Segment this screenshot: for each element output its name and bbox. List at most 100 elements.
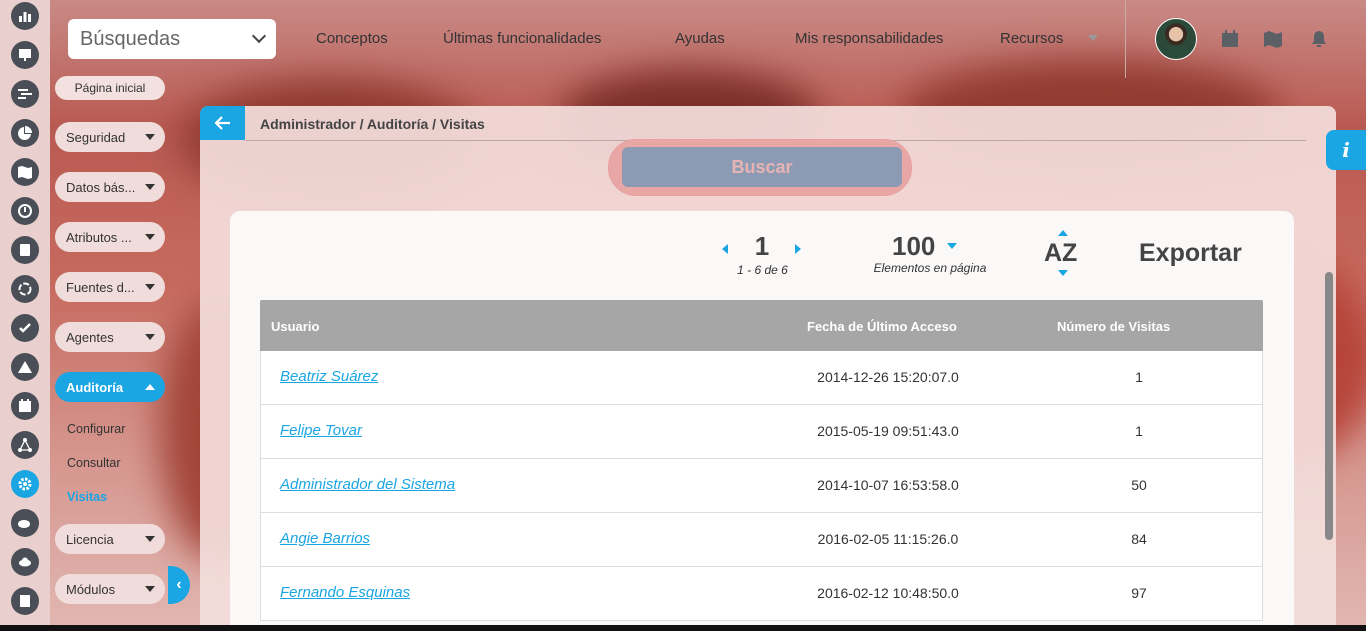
cloud-icon[interactable] [11,548,39,576]
visit-count: 84 [1131,531,1147,547]
per-page-value[interactable]: 100 [892,231,935,262]
submenu-configure[interactable]: Configurar [67,422,125,436]
table-row: Beatriz Suárez 2014-12-26 15:20:07.0 1 [260,351,1263,405]
sidebar-item-label: Datos bás... [66,179,136,195]
bell-icon[interactable] [1309,29,1329,49]
chevron-left-icon: ‹ [176,576,182,593]
next-page-icon[interactable] [795,244,801,254]
sidebar-item-security[interactable]: Seguridad [55,122,165,152]
sidebar-item-license[interactable]: Licencia [55,524,165,554]
nav-responsibilities[interactable]: Mis responsabilidades [795,30,943,47]
caret-down-icon [145,586,155,592]
sidebar-item-home[interactable]: Página inicial [55,76,165,100]
sidebar-menu: Página inicial Seguridad Datos bás... At… [50,76,170,625]
per-page-label: Elementos en página [873,261,987,275]
sidebar-item-label: Licencia [66,531,114,547]
sidebar-item-basic-data[interactable]: Datos bás... [55,172,165,202]
caret-down-icon[interactable] [1088,35,1098,41]
visit-count: 50 [1131,477,1147,493]
user-link[interactable]: Beatriz Suárez [280,368,378,385]
user-link[interactable]: Administrador del Sistema [280,476,455,493]
taskbar-strip [0,625,1366,631]
caret-down-icon [145,536,155,542]
calendar-icon[interactable] [11,392,39,420]
search-select-value: Búsquedas [80,27,181,50]
column-header-last-access[interactable]: Fecha de Último Acceso [807,319,957,334]
search-button[interactable]: Buscar [622,147,902,187]
page-range: 1 - 6 de 6 [737,263,788,277]
gantt-icon[interactable] [11,80,39,108]
sort-button[interactable]: AZ [1044,239,1077,268]
sort-up-icon[interactable] [1058,230,1068,236]
caret-down-icon [145,334,155,340]
nav-help[interactable]: Ayudas [675,30,725,47]
avatar[interactable] [1155,18,1197,60]
clock-icon[interactable] [11,197,39,225]
map-book-icon[interactable] [11,158,39,186]
last-access-date: 2014-10-07 16:53:58.0 [817,477,959,493]
submenu-visits[interactable]: Visitas [67,490,107,504]
sidebar-item-sources[interactable]: Fuentes d... [55,272,165,302]
user-link[interactable]: Felipe Tovar [280,422,362,439]
sidebar-item-attributes[interactable]: Atributos ... [55,222,165,252]
sidebar-item-label: Seguridad [66,129,126,145]
top-bar: Búsquedas Conceptos Últimas funcionalida… [50,0,1366,78]
caret-up-icon [145,384,155,390]
user-link[interactable]: Angie Barrios [280,530,370,547]
sidebar-item-label: Atributos ... [66,229,132,245]
export-button[interactable]: Exportar [1139,239,1242,268]
map-book-icon[interactable] [1263,29,1283,49]
info-button[interactable]: i [1326,130,1366,170]
last-access-date: 2014-12-26 15:20:07.0 [817,369,959,385]
caret-down-icon [145,184,155,190]
last-access-date: 2015-05-19 09:51:43.0 [817,423,959,439]
scrollbar[interactable] [1325,272,1333,540]
cloud-settings-icon[interactable] [11,509,39,537]
cycle-icon[interactable] [11,275,39,303]
pie-chart-icon[interactable] [11,119,39,147]
sidebar-item-audit[interactable]: Auditoría [55,372,165,402]
caret-down-icon[interactable] [947,243,957,249]
icon-rail [0,0,50,625]
user-link[interactable]: Fernando Esquinas [280,584,410,601]
nav-concepts[interactable]: Conceptos [316,30,388,47]
prev-page-icon[interactable] [722,244,728,254]
visit-count: 1 [1135,423,1143,439]
sidebar-item-agents[interactable]: Agentes [55,322,165,352]
chevron-down-icon [251,28,267,44]
network-icon[interactable] [11,431,39,459]
check-icon[interactable] [11,314,39,342]
back-button[interactable] [200,106,245,140]
visit-count: 1 [1135,369,1143,385]
page-number: 1 [754,231,770,261]
sort-down-icon[interactable] [1058,270,1068,276]
caret-down-icon [145,234,155,240]
analytics-icon[interactable] [11,2,39,30]
sidebar-item-label: Agentes [66,329,114,345]
last-access-date: 2016-02-05 11:15:26.0 [817,531,959,547]
sidebar-home-label: Página inicial [74,81,146,95]
search-select[interactable]: Búsquedas [68,19,276,59]
table-row: Angie Barrios 2016-02-05 11:15:26.0 84 [260,513,1263,567]
table-row: Fernando Esquinas 2016-02-12 10:48:50.0 … [260,567,1263,621]
arrow-left-icon [213,116,230,130]
sidebar-item-label: Módulos [66,581,116,597]
document-list-icon[interactable] [11,587,39,615]
settings-gear-icon[interactable] [11,470,39,498]
caret-down-icon [145,134,155,140]
breadcrumb: Administrador / Auditoría / Visitas [260,116,485,132]
calendar-icon[interactable] [1220,29,1240,49]
column-header-visits[interactable]: Número de Visitas [1057,319,1170,334]
results-card: 1 1 - 6 de 6 100 Elementos en página AZ … [230,211,1294,631]
list-icon[interactable] [11,236,39,264]
caret-down-icon [145,284,155,290]
column-header-user[interactable]: Usuario [271,319,319,334]
warning-icon[interactable] [11,353,39,381]
nav-resources[interactable]: Recursos [1000,30,1063,47]
sidebar-item-label: Auditoría [66,379,124,395]
nav-latest-features[interactable]: Últimas funcionalidades [443,30,601,47]
sidebar-item-modules[interactable]: Módulos [55,574,165,604]
table-row: Felipe Tovar 2015-05-19 09:51:43.0 1 [260,405,1263,459]
presentation-icon[interactable] [11,41,39,69]
submenu-consult[interactable]: Consultar [67,456,121,470]
